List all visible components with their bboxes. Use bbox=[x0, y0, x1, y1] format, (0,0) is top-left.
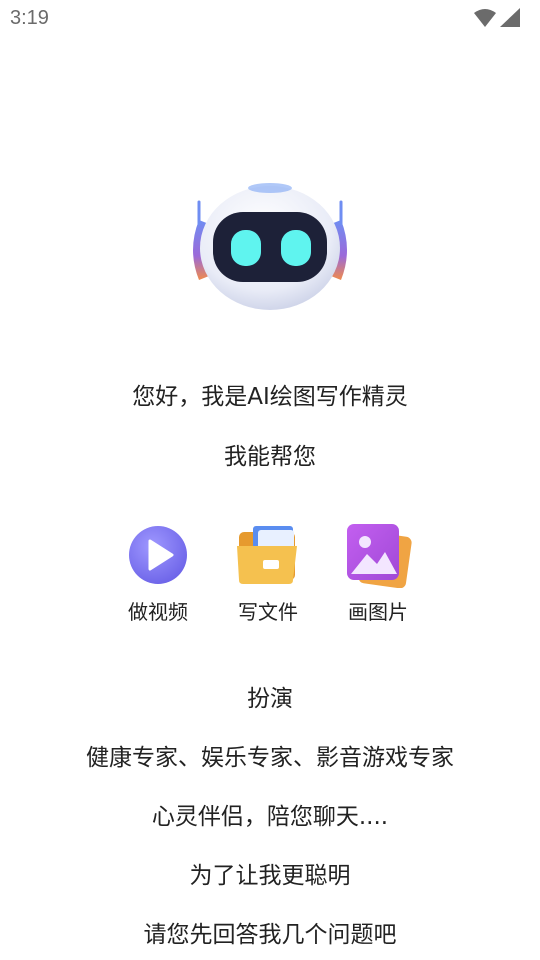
status-time: 3:19 bbox=[10, 7, 49, 29]
draw-picture-button[interactable]: 画图片 bbox=[323, 522, 433, 625]
make-video-button[interactable]: 做视频 bbox=[103, 522, 213, 625]
draw-picture-label: 画图片 bbox=[348, 600, 408, 624]
signal-icon bbox=[500, 8, 520, 27]
can-help-text: 我能帮您 bbox=[224, 444, 316, 470]
companion-text: 心灵伴侣，陪您聊天.... bbox=[151, 804, 389, 830]
roleplay-roles: 健康专家、娱乐专家、影音游戏专家 bbox=[86, 745, 454, 771]
feature-list: 做视频 写文件 画图片 bbox=[0, 522, 540, 632]
write-file-button[interactable]: 写文件 bbox=[213, 522, 323, 625]
make-video-label: 做视频 bbox=[128, 600, 188, 624]
status-bar: 3:19 bbox=[0, 0, 540, 36]
write-file-label: 写文件 bbox=[238, 600, 298, 624]
reason-text: 为了让我更聪明 bbox=[189, 863, 351, 889]
roleplay-title: 扮演 bbox=[247, 686, 293, 712]
play-video-icon bbox=[129, 526, 187, 584]
question-prompt-text: 请您先回答我几个问题吧 bbox=[143, 922, 397, 948]
wifi-icon bbox=[474, 9, 496, 27]
robot-mascot-icon bbox=[193, 183, 347, 310]
picture-gallery-icon bbox=[347, 524, 412, 589]
folder-document-icon bbox=[237, 526, 297, 584]
status-icons bbox=[474, 8, 520, 28]
greeting-text: 您好，我是AI绘图写作精灵 bbox=[132, 384, 408, 410]
